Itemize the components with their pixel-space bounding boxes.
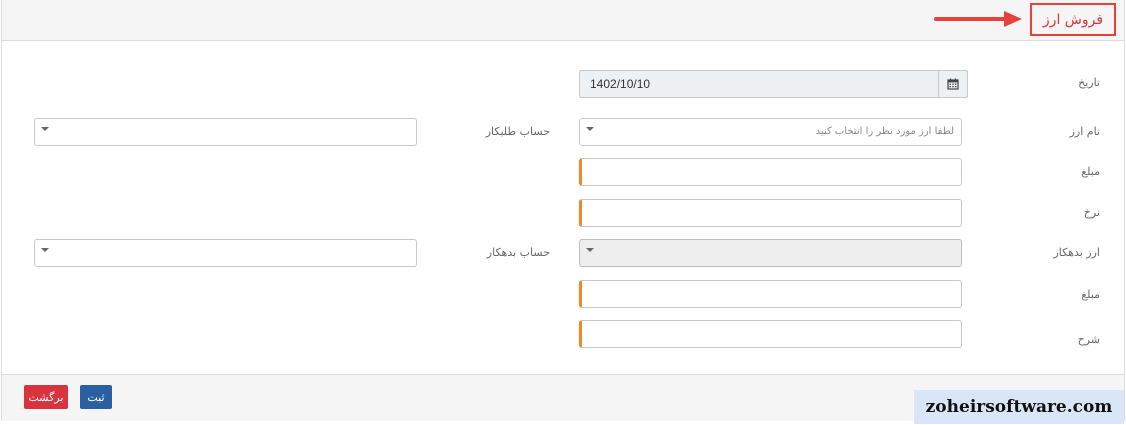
- amount2-label: مبلغ: [1081, 288, 1100, 301]
- currency-placeholder: لطفا ارز مورد نظر را انتخاب کنید: [815, 126, 954, 137]
- chevron-down-icon: [586, 248, 594, 252]
- calendar-button[interactable]: [938, 71, 967, 97]
- back-button[interactable]: برگشت: [24, 385, 68, 409]
- calendar-icon: [947, 78, 959, 90]
- save-button[interactable]: ثبت: [80, 385, 112, 409]
- rate-input[interactable]: [579, 199, 962, 227]
- amount-input[interactable]: [579, 158, 962, 186]
- debtor-currency-label: ارز بدهکار: [1053, 246, 1100, 259]
- chevron-down-icon: [41, 127, 49, 131]
- description-input[interactable]: [579, 320, 962, 348]
- creditor-account-label: حساب طلبکار: [485, 125, 550, 138]
- arrow-icon: [934, 11, 1022, 27]
- debtor-account-select[interactable]: [34, 239, 417, 267]
- currency-select[interactable]: لطفا ارز مورد نظر را انتخاب کنید: [579, 118, 962, 146]
- description-label: شرح: [1077, 333, 1100, 346]
- chevron-down-icon: [586, 127, 594, 131]
- panel-header: فروش ارز: [2, 0, 1124, 41]
- creditor-account-select[interactable]: [34, 118, 417, 146]
- form-panel: فروش ارز تاریخ 1402/10/10 نام ارز لطفا ا…: [1, 0, 1125, 421]
- chevron-down-icon: [41, 248, 49, 252]
- amount2-input[interactable]: [579, 280, 962, 308]
- page-title: فروش ارز: [1030, 3, 1116, 36]
- date-field[interactable]: 1402/10/10: [579, 70, 968, 98]
- debtor-currency-select: [579, 239, 962, 267]
- date-label: تاریخ: [1078, 76, 1100, 89]
- debtor-account-label: حساب بدهکار: [486, 246, 550, 259]
- currency-name-label: نام ارز: [1069, 125, 1100, 138]
- watermark: zoheirsoftware.com: [914, 390, 1124, 424]
- rate-label: نرخ: [1083, 206, 1100, 219]
- amount-label: مبلغ: [1081, 165, 1100, 178]
- date-value: 1402/10/10: [590, 77, 651, 91]
